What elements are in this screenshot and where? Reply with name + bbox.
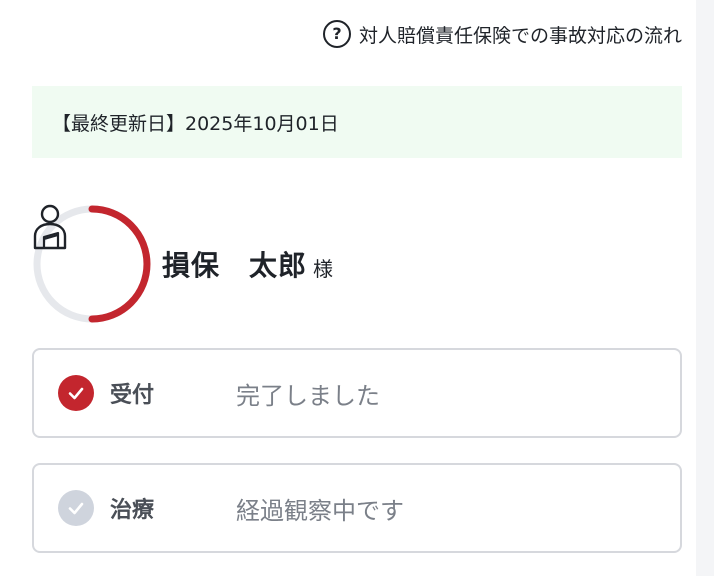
last-updated-text: 【最終更新日】2025年10月01日 (52, 112, 339, 135)
claimant-name: 損保 太郎 (162, 249, 308, 282)
step-status-reception: 完了しました (236, 381, 380, 410)
step-card-reception: 受付 完了しました (32, 348, 682, 438)
step-label-treatment: 治療 (110, 498, 155, 523)
question-circle-icon: ? (322, 20, 351, 48)
progress-ring-fill (88, 205, 151, 323)
accident-flow-help-link[interactable]: ? 対人賠償責任保険での事故対応の流れ (322, 20, 682, 48)
scrollbar-track[interactable] (696, 0, 714, 576)
step-card-treatment: 治療 経過観察中です (32, 463, 682, 553)
check-done-icon (58, 375, 94, 411)
claimant-profile: 損保 太郎 様 (32, 204, 333, 324)
check-pending-icon (58, 490, 94, 526)
person-with-sling-icon (33, 204, 67, 250)
name-honorific: 様 (313, 256, 334, 281)
step-label-reception: 受付 (110, 383, 155, 408)
last-updated-banner: 【最終更新日】2025年10月01日 (32, 86, 682, 158)
progress-ring (32, 204, 152, 324)
help-link-label: 対人賠償責任保険での事故対応の流れ (358, 24, 682, 47)
step-status-treatment: 経過観察中です (236, 496, 404, 525)
